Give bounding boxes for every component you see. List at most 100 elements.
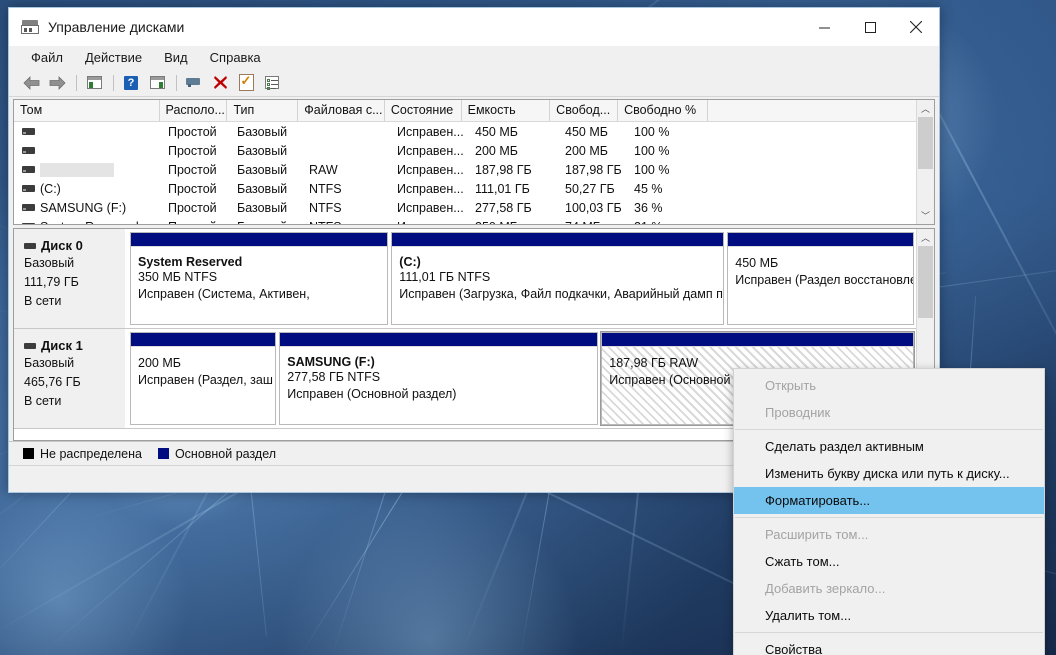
volume-name-cell[interactable]: (C:) xyxy=(14,182,162,196)
scroll-up-icon[interactable]: ︿ xyxy=(917,100,934,117)
show-hide-action-pane-button[interactable] xyxy=(145,72,169,94)
volume-row[interactable]: SAMSUNG (F:)ПростойБазовыйNTFSИсправен..… xyxy=(14,198,916,217)
back-icon xyxy=(23,76,40,90)
column-header-состояние[interactable]: Состояние xyxy=(385,100,462,121)
volume-list-scrollbar[interactable]: ︿ ﹀ xyxy=(916,100,934,224)
partition-color-bar xyxy=(131,233,387,247)
volume-list-rows: ПростойБазовыйИсправен...450 МБ450 МБ100… xyxy=(14,122,916,224)
list-view-button[interactable] xyxy=(260,72,284,94)
partition-status: Исправен (Раздел, заш xyxy=(138,372,275,389)
column-header-том[interactable]: Том xyxy=(14,100,160,121)
volume-name-cell[interactable] xyxy=(14,128,162,135)
volume-row[interactable]: ПростойБазовыйИсправен...450 МБ450 МБ100… xyxy=(14,122,916,141)
volume-cell-type: Базовый xyxy=(231,182,303,196)
context-menu-separator xyxy=(735,429,1043,430)
partition-context-menu: ОткрытьПроводникСделать раздел активнымИ… xyxy=(733,368,1045,655)
volume-icon xyxy=(22,204,35,211)
scrollbar-track[interactable] xyxy=(917,117,934,207)
volume-name-cell[interactable]: SAMSUNG (F:) xyxy=(14,201,162,215)
volume-list-header: ТомРасполо...ТипФайловая с...СостояниеЕм… xyxy=(14,100,916,122)
scrollbar-thumb[interactable] xyxy=(918,246,933,318)
volume-cell-status: Исправен... xyxy=(391,201,469,215)
volume-cell-capacity: 350 МБ xyxy=(469,220,559,225)
legend-label: Основной раздел xyxy=(175,447,276,461)
disk-icon xyxy=(24,243,36,249)
volume-cell-layout: Простой xyxy=(162,182,231,196)
back-button[interactable] xyxy=(19,72,43,94)
partition-block[interactable]: SAMSUNG (F:)277,58 ГБ NTFSИсправен (Осно… xyxy=(279,332,598,425)
volume-icon xyxy=(22,185,35,192)
close-button[interactable] xyxy=(893,8,939,46)
disk-info-panel[interactable]: Диск 0Базовый111,79 ГБВ сети xyxy=(14,229,127,328)
volume-list-pane: ТомРасполо...ТипФайловая с...СостояниеЕм… xyxy=(13,99,935,225)
rescan-disks-button[interactable] xyxy=(182,72,206,94)
partition-color-bar xyxy=(602,333,913,347)
delete-button[interactable] xyxy=(208,72,232,94)
column-header-тип[interactable]: Тип xyxy=(227,100,298,121)
context-menu-item[interactable]: Сделать раздел активным xyxy=(734,433,1044,460)
partition-block[interactable]: System Reserved350 МБ NTFSИсправен (Сист… xyxy=(130,232,388,325)
disk-management-icon xyxy=(21,20,39,35)
legend-item: Не распределена xyxy=(23,447,142,461)
column-header-blank[interactable] xyxy=(708,100,916,121)
menu-help[interactable]: Справка xyxy=(202,48,269,67)
column-header-файловая-с-[interactable]: Файловая с... xyxy=(298,100,385,121)
help-button[interactable]: ? xyxy=(119,72,143,94)
forward-button[interactable] xyxy=(45,72,69,94)
context-menu-item[interactable]: Изменить букву диска или путь к диску... xyxy=(734,460,1044,487)
volume-cell-free: 50,27 ГБ xyxy=(559,182,628,196)
volume-row[interactable]: ПростойБазовыйRAWИсправен...187,98 ГБ187… xyxy=(14,160,916,179)
menu-file[interactable]: Файл xyxy=(23,48,71,67)
partition-color-bar xyxy=(392,233,723,247)
volume-cell-fs: NTFS xyxy=(303,182,391,196)
scroll-down-icon[interactable]: ﹀ xyxy=(917,207,934,224)
volume-cell-free_pct: 100 % xyxy=(628,163,719,177)
volume-label: (C:) xyxy=(40,182,61,196)
context-menu-item[interactable]: Удалить том... xyxy=(734,602,1044,629)
volume-row[interactable]: ПростойБазовыйИсправен...200 МБ200 МБ100… xyxy=(14,141,916,160)
context-menu-item[interactable]: Свойства xyxy=(734,636,1044,655)
menu-action[interactable]: Действие xyxy=(77,48,150,67)
menu-view[interactable]: Вид xyxy=(156,48,196,67)
volume-cell-status: Исправен... xyxy=(391,163,469,177)
volume-cell-layout: Простой xyxy=(162,163,231,177)
scrollbar-thumb[interactable] xyxy=(918,117,933,169)
partition-block[interactable]: (C:)111,01 ГБ NTFSИсправен (Загрузка, Фа… xyxy=(391,232,724,325)
column-header-емкость[interactable]: Емкость xyxy=(462,100,551,121)
context-menu-item[interactable]: Сжать том... xyxy=(734,548,1044,575)
partition-strip: System Reserved350 МБ NTFSИсправен (Сист… xyxy=(127,229,916,328)
maximize-icon xyxy=(865,22,876,33)
volume-icon xyxy=(22,147,35,154)
wallpaper-glow xyxy=(280,490,580,655)
scroll-up-icon[interactable]: ︿ xyxy=(917,229,934,246)
partition-block[interactable]: 200 МБИсправен (Раздел, заш xyxy=(130,332,276,425)
context-menu-item: Добавить зеркало... xyxy=(734,575,1044,602)
show-hide-console-tree-button[interactable] xyxy=(82,72,106,94)
context-menu-item[interactable]: Форматировать... xyxy=(734,487,1044,514)
window-controls xyxy=(801,8,939,46)
volume-cell-status: Исправен... xyxy=(391,144,469,158)
volume-label xyxy=(40,163,114,177)
properties-button[interactable] xyxy=(234,72,258,94)
volume-row[interactable]: (C:)ПростойБазовыйNTFSИсправен...111,01 … xyxy=(14,179,916,198)
partition-color-bar xyxy=(280,333,597,347)
legend-item: Основной раздел xyxy=(158,447,276,461)
volume-cell-status: Исправен... xyxy=(391,182,469,196)
volume-cell-capacity: 200 МБ xyxy=(469,144,559,158)
volume-name-cell[interactable]: System Reserved xyxy=(14,220,162,225)
column-header-располо-[interactable]: Располо... xyxy=(160,100,228,121)
volume-cell-fs: NTFS xyxy=(303,201,391,215)
volume-name-cell[interactable] xyxy=(14,163,162,177)
volume-cell-fs: RAW xyxy=(303,163,391,177)
volume-name-cell[interactable] xyxy=(14,147,162,154)
partition-status: Исправен (Загрузка, Файл подкачки, Авари… xyxy=(399,286,723,303)
volume-label: System Reserved xyxy=(40,220,139,225)
volume-row[interactable]: System ReservedПростойБазовыйNTFSИсправе… xyxy=(14,217,916,224)
column-header-свободно-[interactable]: Свободно % xyxy=(618,100,708,121)
partition-block[interactable]: 450 МБИсправен (Раздел восстановле xyxy=(727,232,914,325)
legend-swatch xyxy=(158,448,169,459)
column-header-свобод-[interactable]: Свобод... xyxy=(550,100,618,121)
maximize-button[interactable] xyxy=(847,8,893,46)
minimize-button[interactable] xyxy=(801,8,847,46)
disk-info-panel[interactable]: Диск 1Базовый465,76 ГБВ сети xyxy=(14,329,127,428)
